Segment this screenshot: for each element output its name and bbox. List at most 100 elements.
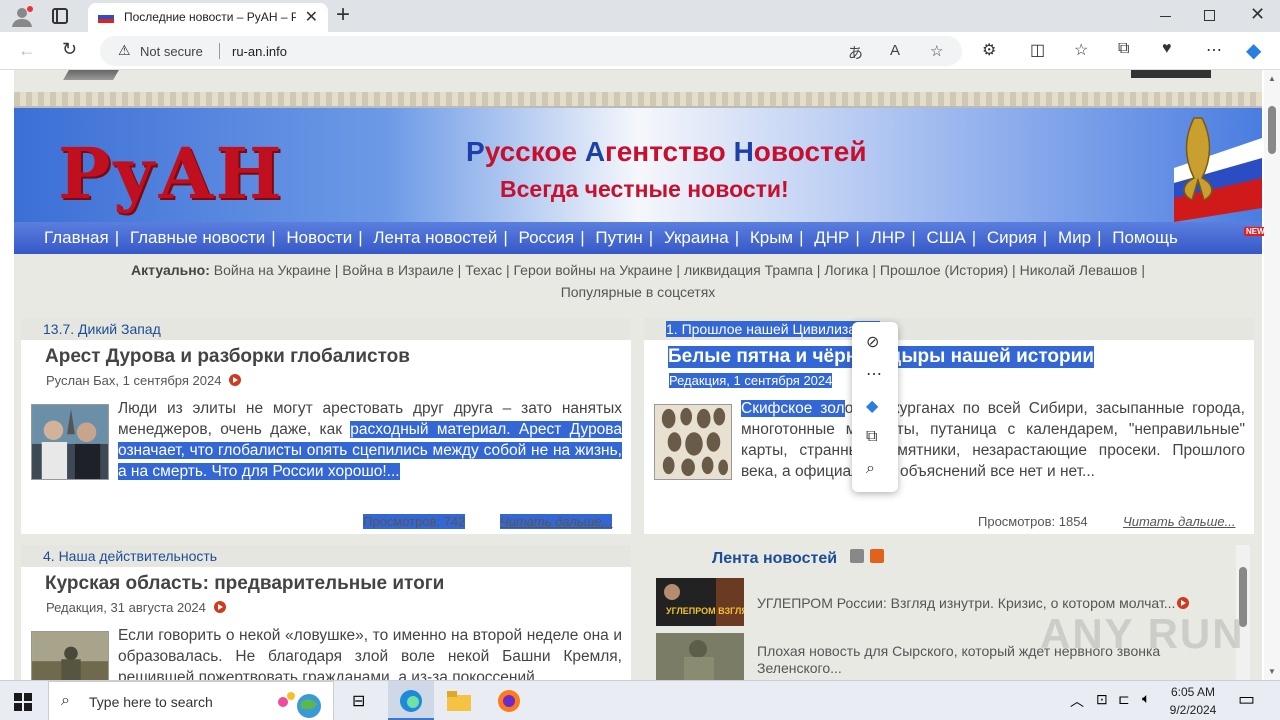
topical-link[interactable]: Война на Украине <box>214 262 331 278</box>
copilot-icon[interactable]: ◆ <box>866 396 878 416</box>
topical-link[interactable]: Война в Израиле <box>342 262 454 278</box>
firefox-icon[interactable] <box>486 681 532 720</box>
warning-icon[interactable]: ⚠ <box>118 42 131 59</box>
clock-time[interactable]: 6:05 AM <box>1158 685 1228 699</box>
nav-item-lnr[interactable]: ЛНР <box>871 228 906 247</box>
feed-icon[interactable] <box>850 549 864 563</box>
ornament-border <box>14 92 1262 108</box>
copy-icon[interactable]: ⧉ <box>866 428 877 446</box>
read-aloud-icon[interactable]: A <box>890 42 900 59</box>
nav-item-news-feed[interactable]: Лента новостей <box>373 228 497 247</box>
read-more-link[interactable]: Читать дальше... <box>500 514 613 529</box>
favorites-icon[interactable]: ☆ <box>1074 40 1088 60</box>
banner-subtitle: Всегда честные новости! <box>500 176 789 202</box>
topical-link[interactable]: Николай Левашов <box>1020 262 1138 278</box>
play-icon[interactable] <box>213 601 226 613</box>
favorite-star-icon[interactable]: ☆ <box>930 42 943 60</box>
site-logo[interactable]: РуАН <box>58 134 283 214</box>
play-icon[interactable] <box>1177 597 1190 609</box>
read-more-link[interactable]: Читать дальше... <box>1123 514 1235 529</box>
page-viewport: РуАН Русское Агентство Новостей Всегда ч… <box>0 70 1280 680</box>
back-icon[interactable]: ← <box>18 40 36 61</box>
tray-chevron-icon[interactable]: ︿ <box>1070 691 1084 711</box>
tab-title: Последние новости – РуАН – Русское Агент… <box>124 10 296 24</box>
rss-icon[interactable] <box>870 549 884 563</box>
file-explorer-icon[interactable] <box>436 681 482 720</box>
nav-item-dnr[interactable]: ДНР <box>814 228 849 247</box>
topical-link[interactable]: Логика <box>824 262 868 278</box>
performance-icon[interactable]: ♥ <box>1162 40 1172 58</box>
nav-item-news[interactable]: Новости <box>286 228 352 247</box>
nav-item-russia[interactable]: Россия <box>519 228 575 247</box>
nav-item-usa[interactable]: США <box>927 228 966 247</box>
notifications-icon[interactable]: ▭ <box>1238 689 1255 710</box>
more-menu-icon[interactable]: ⋯ <box>1206 40 1222 60</box>
taskbar-search-box[interactable]: ⌕ Type here to search <box>48 681 334 720</box>
edge-app-icon[interactable] <box>388 681 434 720</box>
hide-menu-icon[interactable]: ⊘ <box>866 332 879 352</box>
page-scrollbar[interactable]: ▲ ▼ <box>1264 70 1280 680</box>
news-item-image-caption: УГЛЕПРОМ ВЗГЛЯД ИЗНУТРИ <box>666 606 744 616</box>
topical-link[interactable]: Техас <box>465 262 502 278</box>
tab-close-icon[interactable]: ✕ <box>305 7 318 27</box>
split-screen-icon[interactable]: ◫ <box>1030 40 1045 60</box>
address-bar-row: ← ↻ ⚠ Not secure ru-an.info あ A ☆ ⚙ ◫ ☆ … <box>0 32 1280 70</box>
news-item-thumbnail[interactable] <box>656 633 744 680</box>
collections-icon[interactable]: ⧉ <box>1118 40 1129 58</box>
search-highlight-icon <box>278 692 321 718</box>
profile-avatar-icon[interactable] <box>10 5 34 29</box>
copilot-icon[interactable]: ◆ <box>1246 38 1261 63</box>
browser-titlebar: Последние новости – РуАН – Русское Агент… <box>0 0 1280 32</box>
network-icon[interactable]: ⊏ <box>1118 691 1130 708</box>
top-strip <box>14 70 1262 92</box>
site-banner[interactable]: РуАН Русское Агентство Новостей Всегда ч… <box>14 108 1262 222</box>
maximize-icon[interactable] <box>1204 10 1215 21</box>
clock-date[interactable]: 9/2/2024 <box>1158 703 1228 717</box>
more-options-icon[interactable]: ⋯ <box>866 364 882 384</box>
news-feed-heading[interactable]: Лента новостей <box>712 550 837 568</box>
popular-social-link[interactable]: Популярные в соцсетях <box>561 284 716 300</box>
nav-item-crimea[interactable]: Крым <box>750 228 793 247</box>
nav-item-help[interactable]: Помощь <box>1112 228 1178 247</box>
nav-item-world[interactable]: Мир <box>1058 228 1091 247</box>
tray-device-icon[interactable]: ⊡ <box>1096 691 1108 708</box>
start-windows-icon[interactable] <box>14 693 32 711</box>
news-item-thumbnail[interactable]: УГЛЕПРОМ ВЗГЛЯД ИЗНУТРИ <box>656 578 744 626</box>
tab-actions-icon[interactable] <box>52 8 68 24</box>
article-title[interactable]: Курская область: предварительные итоги <box>45 573 444 595</box>
new-tab-icon[interactable]: + <box>336 2 350 28</box>
nav-item-syria[interactable]: Сирия <box>987 228 1037 247</box>
reload-icon[interactable]: ↻ <box>62 39 77 60</box>
translate-icon[interactable]: あ <box>848 42 863 63</box>
article-title[interactable]: Арест Дурова и разборки глобалистов <box>45 346 410 368</box>
category-link[interactable]: 4. Наша действительность <box>43 548 217 564</box>
article-thumbnail[interactable] <box>654 404 732 480</box>
scrollbar-thumb[interactable] <box>1268 106 1276 154</box>
security-label[interactable]: Not secure <box>140 44 203 59</box>
nav-item-main-news[interactable]: Главные новости <box>130 228 265 247</box>
article-meta: Редакция, 1 сентября 2024 <box>669 373 833 388</box>
category-link[interactable]: 13.7. Дикий Запад <box>43 321 161 337</box>
play-icon[interactable] <box>229 374 242 386</box>
volume-icon[interactable]: 🔈︎ <box>1142 690 1150 707</box>
window-close-icon[interactable]: ✕ <box>1250 4 1265 25</box>
topical-link[interactable]: Герои войны на Украине <box>514 262 673 278</box>
article-excerpt: Скифское золото в курганах по всей Сибир… <box>741 400 1245 480</box>
browser-tab[interactable]: Последние новости – РуАН – Русское Агент… <box>88 3 328 32</box>
url-text[interactable]: ru-an.info <box>232 44 287 59</box>
task-view-icon[interactable]: ⊟ <box>338 681 384 720</box>
article-thumbnail[interactable] <box>31 631 109 680</box>
extensions-icon[interactable]: ⚙ <box>982 40 996 60</box>
topical-link[interactable]: ликвидация Трампа <box>684 262 813 278</box>
article-thumbnail[interactable] <box>31 404 109 480</box>
nav-item-home[interactable]: Главная <box>44 228 109 247</box>
topical-link[interactable]: Прошлое (История) <box>880 262 1008 278</box>
search-icon[interactable]: ⌕ <box>866 460 875 478</box>
nav-item-ukraine[interactable]: Украина <box>664 228 729 247</box>
scroll-up-icon[interactable]: ▲ <box>1268 74 1276 83</box>
nav-item-putin[interactable]: Путин <box>595 228 642 247</box>
category-link[interactable]: 1. Прошлое нашей Цивилизации <box>666 321 880 337</box>
url-field[interactable]: ⚠ Not secure ru-an.info あ A ☆ <box>100 36 962 66</box>
minimize-icon[interactable] <box>1160 8 1172 24</box>
scroll-down-icon[interactable]: ▼ <box>1268 667 1276 676</box>
